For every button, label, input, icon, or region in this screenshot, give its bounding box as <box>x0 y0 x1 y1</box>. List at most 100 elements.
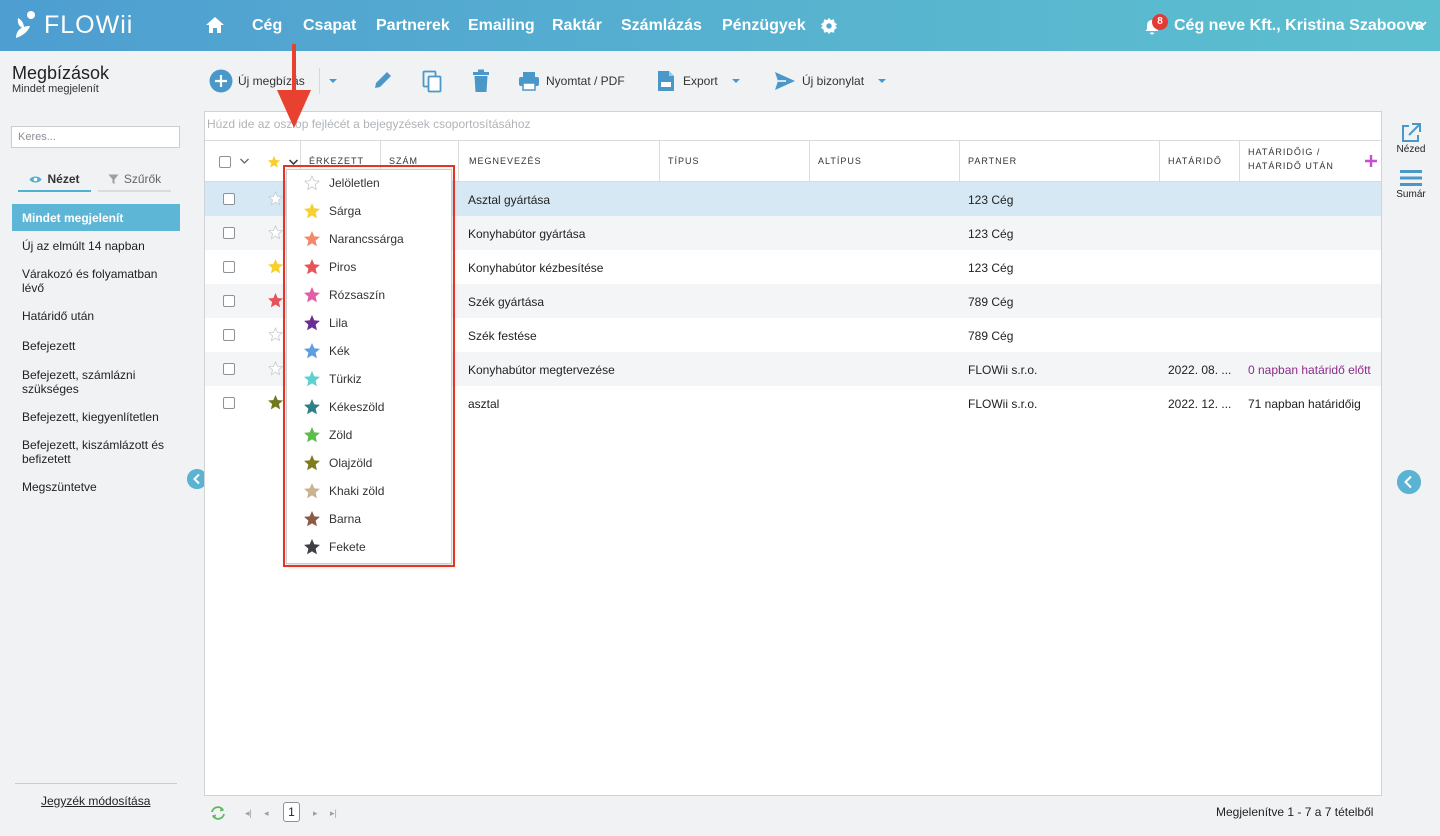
star-menu-item[interactable]: Rózsaszín <box>304 285 385 305</box>
account-menu[interactable]: Cég neve Kft., Kristina Szaboova <box>1174 17 1424 35</box>
star-menu-item-label: Türkiz <box>329 372 362 386</box>
eye-icon <box>29 176 42 182</box>
star-menu-item[interactable]: Piros <box>304 257 356 277</box>
new-document-label: Új bizonylat <box>802 74 865 88</box>
row-checkbox[interactable] <box>223 227 235 239</box>
row-star-button[interactable] <box>268 292 283 308</box>
view-item-all[interactable]: Mindet megjelenít <box>12 204 180 231</box>
star-icon <box>304 399 320 415</box>
add-column-icon[interactable] <box>1364 154 1378 168</box>
tab-filters[interactable]: Szűrők <box>98 168 171 192</box>
column-header-partner[interactable]: PARTNER <box>959 140 1159 182</box>
prev-page-icon[interactable]: ◂ <box>264 808 269 819</box>
row-star-button[interactable] <box>268 394 283 410</box>
nav-item-penzugyek[interactable]: Pénzügyek <box>722 17 806 35</box>
cell-name: asztal <box>468 397 500 411</box>
star-menu-item[interactable]: Kék <box>304 341 350 361</box>
list-icon[interactable] <box>1400 169 1422 187</box>
print-pdf-button[interactable]: Nyomtat / PDF <box>518 68 625 94</box>
select-all-checkbox[interactable] <box>219 156 231 168</box>
view-item-paid[interactable]: Befejezett, kiszámlázott és befizetett <box>12 433 180 471</box>
star-menu-item-label: Kékeszöld <box>329 400 385 414</box>
column-header-name[interactable]: MEGNEVEZÉS <box>458 140 659 182</box>
view-item-pending[interactable]: Várakozó és folyamatban lévő <box>12 262 180 300</box>
star-menu-item[interactable]: Jelöletlen <box>304 173 380 193</box>
nav-item-raktar[interactable]: Raktár <box>552 17 602 35</box>
nav-item-szamlazas[interactable]: Számlázás <box>621 17 702 35</box>
view-item-to-invoice[interactable]: Befejezett, számlázni szükséges <box>12 363 180 401</box>
star-menu-item[interactable]: Barna <box>304 509 361 529</box>
star-menu-item[interactable]: Kékeszöld <box>304 397 384 417</box>
star-menu-item[interactable]: Sárga <box>304 201 361 221</box>
new-order-dropdown-icon[interactable] <box>327 76 339 86</box>
cell-partner: 789 Cég <box>968 329 1014 343</box>
edit-pencil-icon[interactable] <box>372 68 394 94</box>
view-item-new[interactable]: Új az elmúlt 14 napban <box>12 234 180 258</box>
star-menu-item[interactable]: Fekete <box>304 537 366 557</box>
row-star-button[interactable] <box>268 224 283 240</box>
app-logo[interactable]: FLOWii <box>12 8 133 42</box>
new-order-button[interactable]: Új megbízás <box>209 68 305 94</box>
view-item-unpaid[interactable]: Befejezett, kiegyenlítetlen <box>12 405 180 429</box>
star-menu-item[interactable]: Lila <box>304 313 348 333</box>
star-menu-item[interactable]: Türkiz <box>304 369 362 389</box>
last-page-icon[interactable]: ▸| <box>330 808 337 819</box>
nav-item-emailing[interactable]: Emailing <box>468 17 535 35</box>
new-document-button[interactable]: Új bizonylat <box>774 68 888 94</box>
row-checkbox[interactable] <box>223 397 235 409</box>
star-menu-item[interactable]: Narancssárga <box>304 229 404 249</box>
row-checkbox[interactable] <box>223 193 235 205</box>
row-checkbox[interactable] <box>223 295 235 307</box>
cell-name: Konyhabútor gyártása <box>468 227 586 241</box>
export-button[interactable]: Export <box>657 68 742 94</box>
collapse-right-panel-icon[interactable] <box>1397 470 1421 494</box>
current-page[interactable]: 1 <box>283 802 300 822</box>
search-input[interactable] <box>11 126 180 148</box>
first-page-icon[interactable]: ◂| <box>245 808 252 819</box>
star-menu-item[interactable]: Khaki zöld <box>304 481 384 501</box>
home-icon[interactable] <box>205 15 225 35</box>
view-item-finished[interactable]: Befejezett <box>12 334 180 358</box>
gear-icon[interactable] <box>820 17 838 35</box>
cell-name: Konyhabútor megtervezése <box>468 363 615 377</box>
row-checkbox[interactable] <box>223 261 235 273</box>
star-icon <box>304 287 320 303</box>
refresh-icon[interactable] <box>209 805 227 821</box>
cell-deadline: 2022. 08. ... <box>1168 363 1232 377</box>
column-header-deadline[interactable]: HATÁRIDŐ <box>1159 140 1239 182</box>
summary-label[interactable]: Sumár <box>1394 189 1428 200</box>
star-menu-item[interactable]: Olajzöld <box>304 453 372 473</box>
chevron-down-icon[interactable] <box>1413 19 1427 31</box>
view-label[interactable]: Nézed <box>1394 144 1428 155</box>
row-checkbox[interactable] <box>223 329 235 341</box>
star-filter-icon[interactable] <box>267 155 281 169</box>
tab-view[interactable]: Nézet <box>18 168 91 192</box>
row-star-button[interactable] <box>268 360 283 376</box>
trash-icon[interactable] <box>471 68 491 94</box>
view-item-cancelled[interactable]: Megszüntetve <box>12 475 180 499</box>
edit-list-link[interactable]: Jegyzék módosítása <box>41 794 150 808</box>
star-filter-chevron-icon[interactable] <box>288 158 299 166</box>
select-menu-chevron-icon[interactable] <box>239 157 250 165</box>
copy-icon[interactable] <box>421 68 443 94</box>
star-menu-item-label: Jelöletlen <box>329 176 380 190</box>
cell-deadline-status: 0 napban határidő előtt <box>1248 363 1371 377</box>
column-header-type[interactable]: TÍPUS <box>659 140 809 182</box>
next-page-icon[interactable]: ▸ <box>313 808 318 819</box>
nav-item-ceg[interactable]: Cég <box>252 17 282 35</box>
nav-item-partnerek[interactable]: Partnerek <box>376 17 450 35</box>
open-external-icon[interactable] <box>1400 122 1422 144</box>
star-menu-item[interactable]: Zöld <box>304 425 352 445</box>
row-star-button[interactable] <box>268 258 283 274</box>
row-checkbox[interactable] <box>223 363 235 375</box>
row-star-button[interactable] <box>268 190 283 206</box>
column-header-deadline-status[interactable]: HATÁRIDŐIG / HATÁRIDŐ UTÁN <box>1239 140 1369 182</box>
row-star-button[interactable] <box>268 326 283 342</box>
star-icon <box>304 511 320 527</box>
star-menu-item-label: Fekete <box>329 540 366 554</box>
star-icon <box>304 539 320 555</box>
nav-item-csapat[interactable]: Csapat <box>303 17 356 35</box>
star-menu-item-label: Barna <box>329 512 362 526</box>
view-item-overdue[interactable]: Határidő után <box>12 304 180 328</box>
column-header-subtype[interactable]: ALTÍPUS <box>809 140 959 182</box>
